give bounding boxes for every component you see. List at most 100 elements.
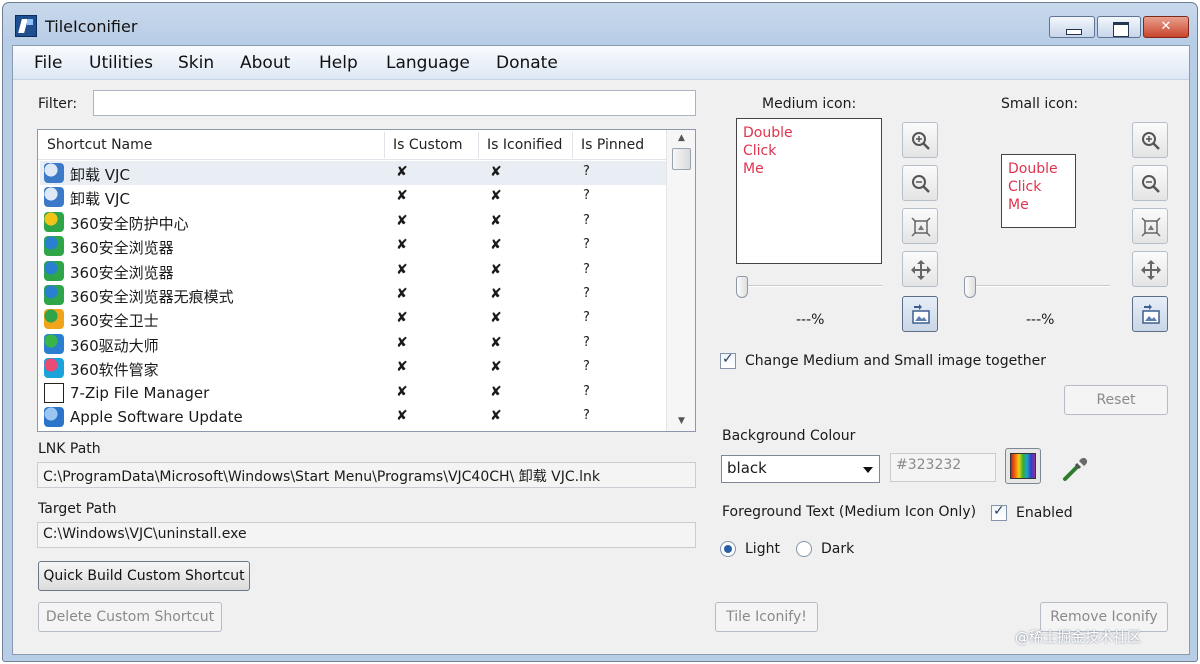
main-window: TileIconifier ✕ File Utilities Skin Abou… xyxy=(2,2,1198,662)
background-colour-select[interactable]: black xyxy=(721,455,880,483)
table-row[interactable]: 360驱动大师 ✘ ✘? xyxy=(40,332,666,356)
light-radio[interactable] xyxy=(720,541,736,557)
table-row[interactable]: 360安全浏览器无痕模式 ✘ ✘? xyxy=(40,283,666,307)
table-row[interactable]: 7-Zip File Manager ✘ ✘? xyxy=(40,381,666,405)
quick-build-button[interactable]: Quick Build Custom Shortcut xyxy=(38,561,250,591)
medium-fit-button[interactable] xyxy=(902,208,938,244)
change-together-checkbox[interactable]: ✓ xyxy=(720,351,736,369)
target-path-field[interactable]: C:\Windows\VJC\uninstall.exe xyxy=(37,522,696,548)
background-colour-value: black xyxy=(727,459,767,477)
column-header-pinned[interactable]: Is Pinned xyxy=(581,137,644,153)
medium-change-image-button[interactable] xyxy=(902,296,938,332)
medium-size-slider-track[interactable] xyxy=(736,285,882,287)
small-size-slider-track[interactable] xyxy=(964,285,1110,287)
zoom-out-icon xyxy=(1142,175,1160,193)
reset-button[interactable]: Reset xyxy=(1064,385,1168,415)
medium-preview-text: Double Click Me xyxy=(743,125,793,177)
row-shortcut-name: 卸载 VJC xyxy=(70,166,130,184)
eyedropper-icon xyxy=(1063,457,1088,481)
table-row[interactable]: 卸载 VJC ✘ ✘? xyxy=(40,185,666,209)
column-header-iconified[interactable]: Is Iconified xyxy=(487,137,562,153)
medium-zoom-out-button[interactable] xyxy=(902,165,938,201)
row-is-custom: ✘ xyxy=(396,286,408,302)
medium-size-slider[interactable] xyxy=(736,276,748,298)
scroll-up-icon[interactable]: ▲ xyxy=(667,130,695,147)
lnk-path-field[interactable]: C:\ProgramData\Microsoft\Windows\Start M… xyxy=(37,462,696,488)
menu-help[interactable]: Help xyxy=(319,53,358,73)
row-shortcut-name: 卸载 VJC xyxy=(70,190,130,209)
foreground-enabled-label[interactable]: Enabled xyxy=(1016,505,1073,521)
tile-iconify-button[interactable]: Tile Iconify! xyxy=(715,602,818,632)
color-palette-icon xyxy=(1010,453,1036,479)
menu-skin[interactable]: Skin xyxy=(178,53,214,73)
table-row[interactable]: 360安全浏览器 ✘ ✘? xyxy=(40,234,666,258)
small-change-image-button[interactable] xyxy=(1132,296,1168,332)
target-path-label: Target Path xyxy=(38,501,117,517)
change-together-label[interactable]: Change Medium and Small image together xyxy=(745,353,1046,369)
menu-about[interactable]: About xyxy=(240,53,290,73)
minimize-icon xyxy=(1050,17,1094,37)
row-shortcut-name: 360驱动大师 xyxy=(70,336,159,355)
dark-radio[interactable] xyxy=(796,541,812,557)
row-is-custom: ✘ xyxy=(396,408,408,424)
menu-donate[interactable]: Donate xyxy=(496,53,558,73)
color-picker-button[interactable] xyxy=(1005,448,1041,484)
light-radio-label[interactable]: Light xyxy=(745,541,780,557)
dark-radio-label[interactable]: Dark xyxy=(821,541,854,557)
foreground-enabled-checkbox[interactable]: ✓ xyxy=(991,503,1007,521)
scroll-down-icon[interactable]: ▼ xyxy=(667,413,695,430)
row-is-pinned: ? xyxy=(583,408,590,423)
small-size-slider[interactable] xyxy=(964,276,976,298)
menu-utilities[interactable]: Utilities xyxy=(89,53,153,73)
row-is-pinned: ? xyxy=(583,286,590,301)
list-header: Shortcut Name Is Custom Is Iconified Is … xyxy=(38,130,666,160)
row-is-custom: ✘ xyxy=(396,188,408,205)
360-driver-icon xyxy=(44,333,64,354)
medium-icon-preview[interactable]: Double Click Me xyxy=(736,118,882,264)
app-logo-icon xyxy=(15,15,37,37)
medium-center-button[interactable] xyxy=(902,251,938,287)
row-is-pinned: ? xyxy=(583,261,590,277)
close-button[interactable]: ✕ xyxy=(1143,16,1189,38)
menu-file[interactable]: File xyxy=(34,53,62,73)
eyedropper-button[interactable] xyxy=(1059,452,1091,484)
minimize-button[interactable] xyxy=(1049,16,1095,38)
row-is-iconified: ✘ xyxy=(490,359,502,376)
maximize-button[interactable] xyxy=(1097,16,1141,38)
row-is-iconified: ✘ xyxy=(490,188,502,205)
maximize-icon xyxy=(1098,17,1140,37)
filter-input[interactable] xyxy=(93,90,696,116)
small-percent: ---% xyxy=(1026,312,1055,328)
title-bar[interactable]: TileIconifier ✕ xyxy=(3,3,1197,45)
zoom-out-icon xyxy=(912,175,930,193)
fit-image-icon xyxy=(911,217,931,237)
scroll-thumb[interactable] xyxy=(672,148,691,170)
small-zoom-out-button[interactable] xyxy=(1132,165,1168,201)
row-is-pinned: ? xyxy=(583,310,590,326)
table-row[interactable]: Apple Software Update ✘ ✘? xyxy=(40,405,666,429)
table-row[interactable]: 360安全卫士 ✘ ✘? xyxy=(40,307,666,331)
background-hex-field[interactable]: #323232 xyxy=(890,453,996,482)
column-header-custom[interactable]: Is Custom xyxy=(393,137,463,153)
medium-zoom-in-button[interactable] xyxy=(902,122,938,158)
delete-custom-shortcut-button[interactable]: Delete Custom Shortcut xyxy=(38,602,222,632)
table-row[interactable]: 360安全防护中心 ✘ ✘? xyxy=(40,210,666,234)
small-zoom-in-button[interactable] xyxy=(1132,122,1168,158)
360-browser-icon xyxy=(44,260,64,281)
7zip-icon xyxy=(44,382,64,403)
small-center-button[interactable] xyxy=(1132,251,1168,287)
table-row[interactable]: 卸载 VJC ✘ ✘? xyxy=(40,161,666,185)
lnk-path-label: LNK Path xyxy=(38,441,101,457)
row-is-pinned: ? xyxy=(583,359,590,375)
small-fit-button[interactable] xyxy=(1132,208,1168,244)
small-icon-preview[interactable]: Double Click Me xyxy=(1001,154,1076,228)
row-is-pinned: ? xyxy=(583,164,590,179)
column-header-name[interactable]: Shortcut Name xyxy=(47,137,152,153)
shortcut-list[interactable]: Shortcut Name Is Custom Is Iconified Is … xyxy=(37,129,696,432)
row-is-pinned: ? xyxy=(583,334,590,350)
list-scrollbar[interactable]: ▲ ▼ xyxy=(666,130,695,431)
table-row[interactable]: 360安全浏览器 ✘ ✘? xyxy=(40,259,666,283)
row-shortcut-name: 360软件管家 xyxy=(70,361,159,380)
table-row[interactable]: 360软件管家 ✘ ✘? xyxy=(40,356,666,380)
menu-language[interactable]: Language xyxy=(386,53,470,73)
